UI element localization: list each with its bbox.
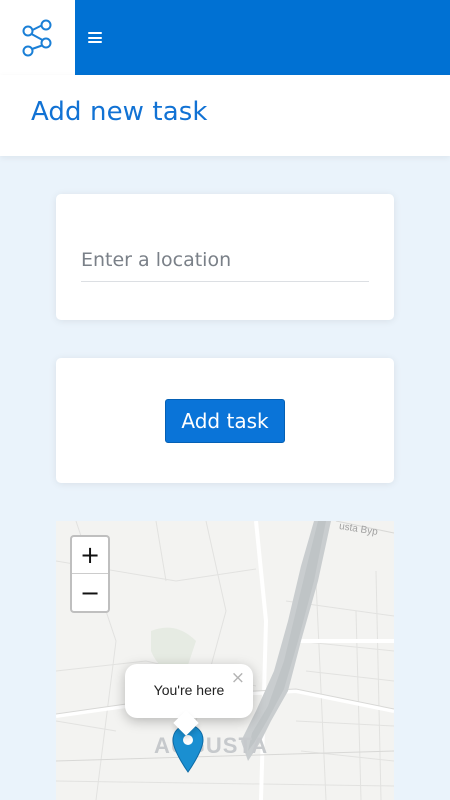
location-input[interactable]: [81, 238, 369, 282]
page-title: Add new task: [31, 97, 208, 127]
location-card: [56, 194, 394, 320]
close-icon[interactable]: ×: [231, 668, 245, 688]
hamburger-menu-icon[interactable]: [88, 32, 102, 43]
action-card: Add task: [56, 358, 394, 483]
nav-bar: [75, 0, 450, 75]
logo[interactable]: [0, 0, 75, 75]
zoom-in-button[interactable]: +: [72, 537, 108, 574]
zoom-out-button[interactable]: −: [72, 574, 108, 611]
page-header: Add new task: [0, 75, 450, 156]
share-graph-icon: [22, 19, 51, 56]
top-bar: [0, 0, 450, 75]
add-task-button[interactable]: Add task: [165, 399, 285, 443]
map[interactable]: usta Byp + − AUGUSTA You're here ×: [56, 521, 394, 800]
location-popup: You're here ×: [125, 664, 253, 736]
zoom-control: + −: [70, 535, 110, 613]
